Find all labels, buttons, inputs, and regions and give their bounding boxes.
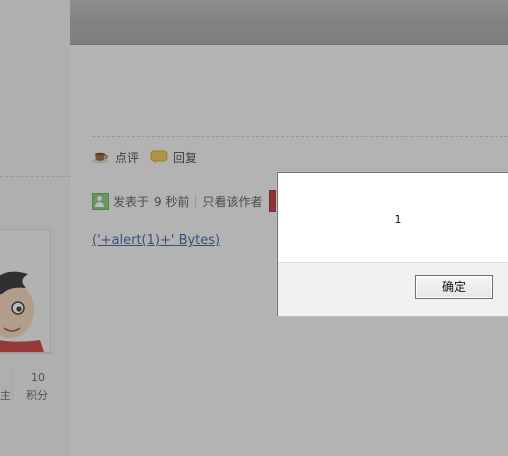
forum-page: 主 10 积分 点评 回复 发表于 9 秒前 只看该作者 ('+alert(1)… <box>0 0 508 456</box>
alert-message: 1 <box>394 213 402 226</box>
ok-button[interactable]: 确定 <box>415 275 493 299</box>
alert-dialog: 1 确定 <box>277 172 508 316</box>
alert-footer: 确定 <box>278 262 508 316</box>
